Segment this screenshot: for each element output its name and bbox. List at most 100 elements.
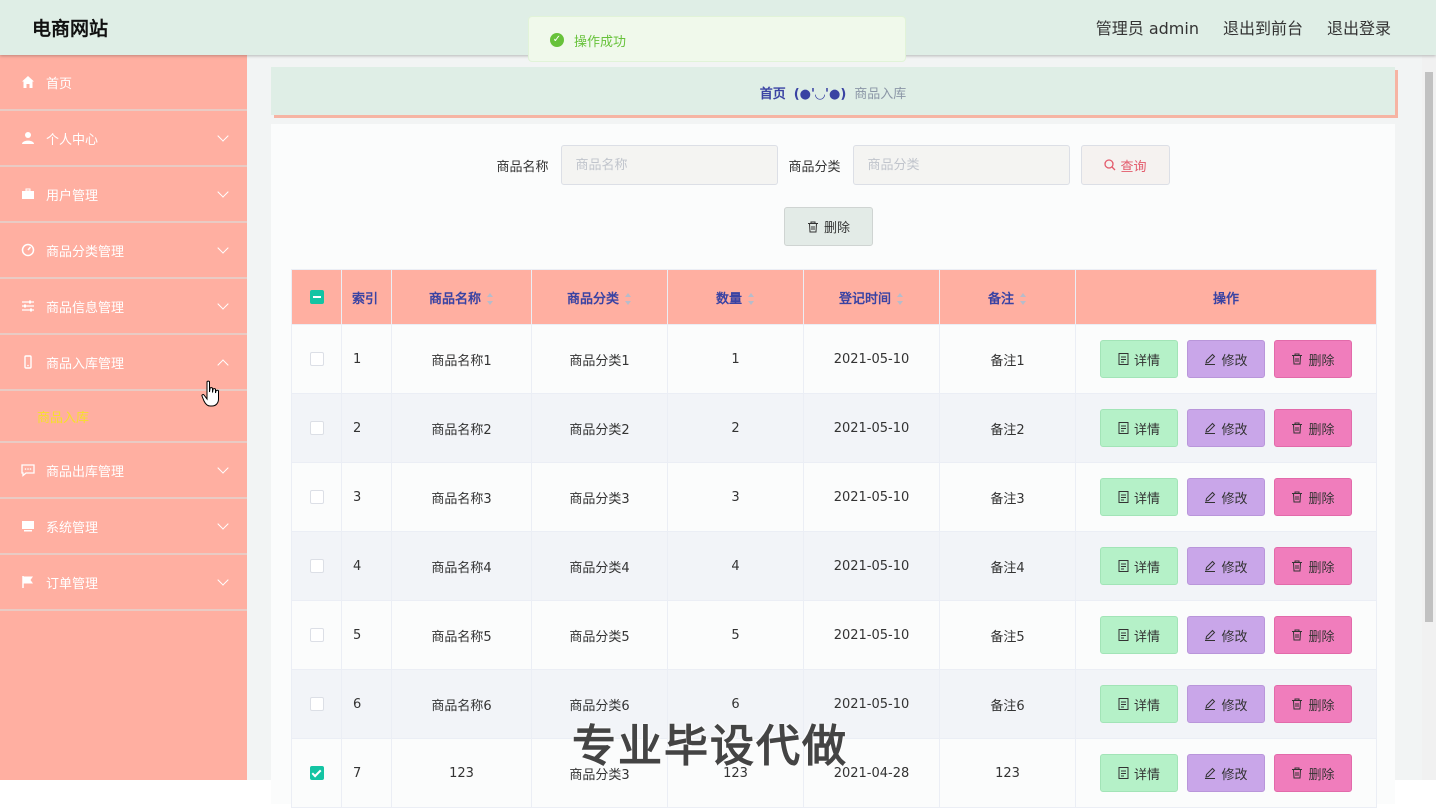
sidebar-item-label: 商品分类管理 [46,244,125,260]
breadcrumb: 首页 (●'◡'●) 商品入库 [271,83,1395,102]
logout-link[interactable]: 退出登录 [1327,15,1391,39]
column-header-qty[interactable]: 数量 [667,269,804,325]
trash-icon [1292,698,1303,710]
row-select-cell[interactable] [291,324,342,394]
row-checkbox[interactable] [309,697,324,711]
cell-qty: 5 [667,600,804,670]
sort-icon[interactable] [748,293,755,305]
row-checkbox[interactable] [309,490,324,504]
document-icon [1118,560,1129,572]
sidebar-item-stock-out[interactable]: 商品出库管理 [0,443,247,499]
batch-delete-label: 删除 [823,221,850,236]
page-scrollbar[interactable] [1422,55,1436,780]
edit-button[interactable]: 修改 [1187,340,1265,378]
sidebar-item-orders[interactable]: 订单管理 [0,555,247,611]
cell-note: 备注1 [939,324,1076,394]
column-header-note[interactable]: 备注 [939,269,1076,325]
sort-icon[interactable] [487,293,494,305]
row-checkbox[interactable] [309,766,324,780]
row-select-cell[interactable] [291,669,342,739]
document-icon [1118,767,1129,779]
pencil-icon [1205,422,1216,434]
detail-button[interactable]: 详情 [1100,478,1178,516]
edit-button[interactable]: 修改 [1187,616,1265,654]
sort-icon[interactable] [625,293,632,305]
detail-button[interactable]: 详情 [1100,616,1178,654]
product-category-input[interactable] [852,145,1070,185]
cell-name: 商品名称4 [391,531,532,601]
row-select-cell[interactable] [291,531,342,601]
cell-note: 123 [939,738,1076,808]
detail-button[interactable]: 详情 [1100,547,1178,585]
detail-button[interactable]: 详情 [1100,754,1178,792]
sidebar: 首页 个人中心 用户管理 商品分类管理 商品信息管理 商品入库管理 商品入库 商… [0,55,247,780]
sort-icon[interactable] [1020,293,1027,305]
column-header-date[interactable]: 登记时间 [803,269,940,325]
delete-button[interactable]: 删除 [1274,547,1352,585]
document-icon [1118,353,1129,365]
success-check-icon: ✓ [550,33,564,47]
edit-button[interactable]: 修改 [1187,754,1265,792]
row-checkbox[interactable] [309,421,324,435]
delete-button[interactable]: 删除 [1274,478,1352,516]
table-row: 1 商品名称1 商品分类1 1 2021-05-10 备注1 详情 修改 删除 [291,324,1377,394]
row-checkbox[interactable] [309,559,324,573]
trash-icon [1292,353,1303,365]
detail-button[interactable]: 详情 [1100,409,1178,447]
row-select-cell[interactable] [291,462,342,532]
breadcrumb-home[interactable]: 首页 [760,87,786,102]
sidebar-item-product-info[interactable]: 商品信息管理 [0,279,247,335]
chevron-down-icon [217,186,229,198]
row-checkbox[interactable] [309,628,324,642]
cell-actions: 详情 修改 删除 [1075,462,1377,532]
detail-button[interactable]: 详情 [1100,340,1178,378]
search-button[interactable]: 查询 [1080,145,1170,185]
select-all-checkbox[interactable] [309,290,324,304]
search-form: 商品名称 商品分类 查询 [271,145,1395,185]
back-to-front-link[interactable]: 退出到前台 [1223,15,1303,39]
row-checkbox[interactable] [309,352,324,366]
detail-button[interactable]: 详情 [1100,685,1178,723]
sidebar-item-user-management[interactable]: 用户管理 [0,167,247,223]
sidebar-item-personal-center[interactable]: 个人中心 [0,111,247,167]
product-name-input[interactable] [560,145,778,185]
search-icon [1103,159,1115,171]
table-row: 3 商品名称3 商品分类3 3 2021-05-10 备注3 详情 修改 删除 [291,462,1377,532]
hand-cursor-icon [201,380,219,407]
pencil-icon [1205,560,1216,572]
table-row: 5 商品名称5 商品分类5 5 2021-05-10 备注5 详情 修改 删除 [291,600,1377,670]
column-header-index: 索引 [341,269,392,325]
sidebar-item-label: 商品入库管理 [46,356,125,372]
delete-button[interactable]: 删除 [1274,616,1352,654]
row-select-cell[interactable] [291,393,342,463]
cell-actions: 详情 修改 删除 [1075,393,1377,463]
trash-icon [1292,767,1303,779]
chevron-up-icon [217,359,229,371]
cell-category: 商品分类5 [531,600,668,670]
delete-button[interactable]: 删除 [1274,754,1352,792]
sidebar-item-home[interactable]: 首页 [0,55,247,111]
batch-delete-button[interactable]: 删除 [784,207,873,246]
sidebar-item-system[interactable]: 系统管理 [0,499,247,555]
sort-icon[interactable] [897,293,904,305]
edit-button[interactable]: 修改 [1187,547,1265,585]
main-area: 首页 (●'◡'●) 商品入库 商品名称 商品分类 查询 删除 [247,55,1436,808]
row-select-cell[interactable] [291,600,342,670]
edit-button[interactable]: 修改 [1187,478,1265,516]
edit-button[interactable]: 修改 [1187,409,1265,447]
delete-button[interactable]: 删除 [1274,409,1352,447]
cell-index: 3 [341,462,392,532]
scrollbar-thumb[interactable] [1425,72,1433,622]
edit-button[interactable]: 修改 [1187,685,1265,723]
cell-date: 2021-05-10 [803,600,940,670]
sidebar-item-category-management[interactable]: 商品分类管理 [0,223,247,279]
select-all-cell[interactable] [291,269,342,325]
pencil-icon [1205,353,1216,365]
toast-message: 操作成功 [574,35,627,50]
row-select-cell[interactable] [291,738,342,808]
cell-note: 备注3 [939,462,1076,532]
delete-button[interactable]: 删除 [1274,685,1352,723]
column-header-name[interactable]: 商品名称 [391,269,532,325]
column-header-category[interactable]: 商品分类 [531,269,668,325]
delete-button[interactable]: 删除 [1274,340,1352,378]
